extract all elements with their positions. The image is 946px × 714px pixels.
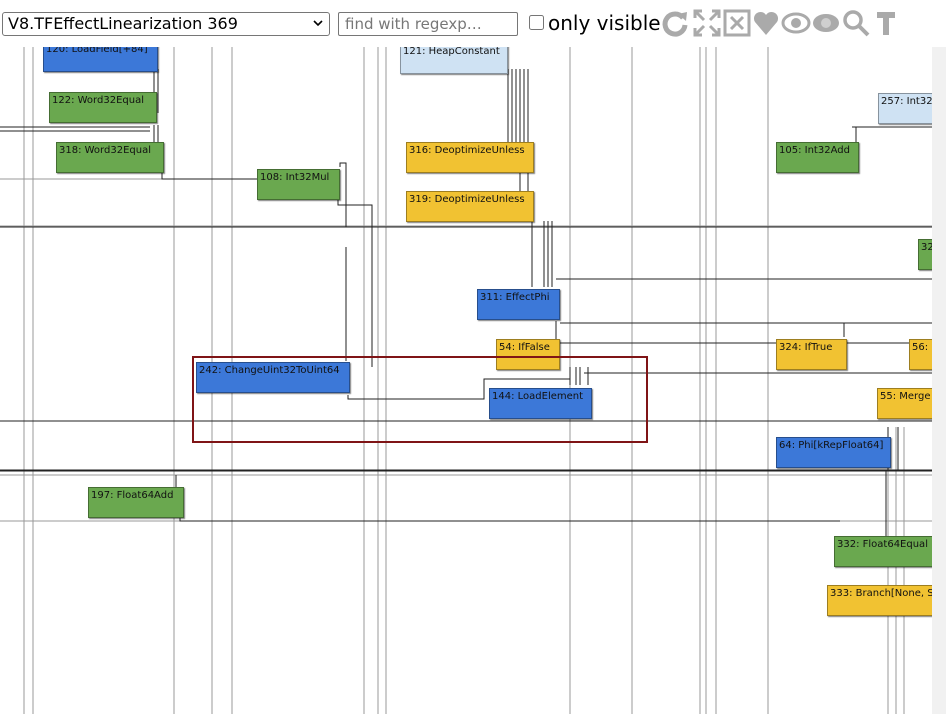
graph-node[interactable]: 121: HeapConstant [400,47,508,74]
hide-unselected-icon[interactable] [722,8,752,38]
graph-node[interactable]: 56: I [909,339,932,370]
node-label: 316: DeoptimizeUnless [409,145,525,156]
toggle-text-icon[interactable] [871,8,901,38]
chevron-down-icon [313,20,323,27]
node-label: 122: Word32Equal [52,95,144,106]
node-label: 54: IfFalse [499,342,550,353]
node-label: 319: DeoptimizeUnless [409,194,525,205]
show-all-icon[interactable] [692,8,722,38]
only-visible-label: only visible [548,11,661,35]
node-label: 105: Int32Add [779,145,850,156]
graph-node[interactable]: 120: LoadField[+84] [43,47,158,72]
node-label: 108: Int32Mul [260,172,330,183]
node-label: 32 [921,242,932,253]
graph-node[interactable]: 144: LoadElement [489,388,592,419]
graph-node[interactable]: 32 [918,239,932,270]
graph-node[interactable]: 55: Merge [877,388,932,419]
search-input[interactable] [338,12,518,36]
graph-node[interactable]: 108: Int32Mul [257,169,340,200]
graph-node[interactable]: 64: Phi[kRepFloat64] [776,437,891,468]
graph-node[interactable]: 122: Word32Equal [49,92,157,123]
node-label: 257: Int320 [881,96,932,107]
graph-node[interactable]: 257: Int320 [878,93,932,124]
graph-node[interactable]: 319: DeoptimizeUnless [406,191,534,222]
node-label: 324: IfTrue [779,342,833,353]
graph-node[interactable]: 316: DeoptimizeUnless [406,142,534,173]
graph-node[interactable]: 324: IfTrue [776,339,847,370]
graph-canvas[interactable]: 120: LoadField[+84] 121: HeapConstant 12… [0,47,932,714]
node-label: 121: HeapConstant [403,47,500,57]
node-label: 197: Float64Add [91,490,174,501]
node-label: 333: Branch[None, Sa [830,588,932,599]
node-label: 64: Phi[kRepFloat64] [779,440,884,451]
node-label: 144: LoadElement [492,391,584,402]
toggle-eye-icon[interactable] [811,8,841,38]
node-label: 120: LoadField[+84] [46,47,148,55]
node-label: 318: Word32Equal [59,145,151,156]
node-label: 55: Merge [880,391,931,402]
node-label: 242: ChangeUint32ToUint64 [199,365,340,376]
graph-node[interactable]: 333: Branch[None, Sa [827,585,932,616]
layout-icon[interactable] [660,8,690,38]
vertical-scrollbar[interactable] [932,47,946,714]
toggle-types-icon[interactable] [781,8,811,38]
graph-node[interactable]: 311: EffectPhi [477,289,560,320]
node-label: 332: Float64Equal [837,539,928,550]
graph-node[interactable]: 332: Float64Equal [834,536,932,567]
graph-node[interactable]: 105: Int32Add [776,142,859,173]
zoom-selection-icon[interactable] [841,8,871,38]
graph-node[interactable]: 54: IfFalse [496,339,560,370]
toolbar: V8.TFEffectLinearization 369 only visibl… [0,0,946,47]
only-visible-checkbox[interactable] [529,15,544,30]
graph-node[interactable]: 242: ChangeUint32ToUint64 [196,362,350,393]
phase-select[interactable]: V8.TFEffectLinearization 369 [2,12,330,36]
hide-selected-icon[interactable] [751,8,781,38]
node-label: 311: EffectPhi [480,292,550,303]
phase-select-value: V8.TFEffectLinearization 369 [8,14,238,33]
node-label: 56: I [912,342,932,353]
graph-node[interactable]: 197: Float64Add [88,487,184,518]
graph-node[interactable]: 318: Word32Equal [56,142,164,173]
